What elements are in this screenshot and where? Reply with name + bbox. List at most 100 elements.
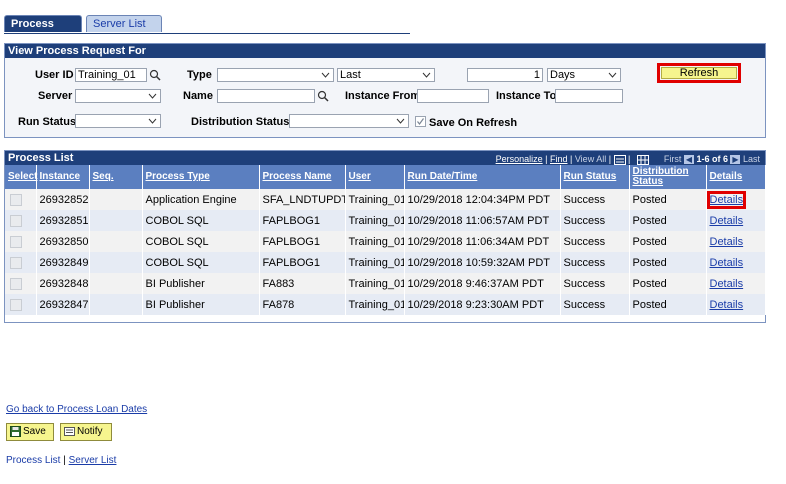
save-button[interactable]: Save [6, 423, 54, 441]
instance-from-input[interactable] [417, 89, 489, 103]
chevron-down-icon [422, 72, 431, 78]
details-link[interactable]: Details [710, 278, 744, 290]
download-icon[interactable] [613, 154, 626, 165]
process-name-cell: FAPLBOG1 [259, 231, 346, 252]
run-datetime-cell: 10/29/2018 11:06:57AM PDT [404, 210, 561, 231]
run-status-cell: Success [560, 273, 630, 294]
days-unit-select[interactable]: Days [547, 68, 621, 82]
instance-cell: 26932848 [36, 273, 90, 294]
grid-title: Process List [8, 152, 74, 164]
tab-server-list[interactable]: Server List [86, 15, 162, 32]
user-cell: Training_01 [345, 252, 405, 273]
column-header[interactable]: Process Name [259, 165, 346, 189]
process-list-grid: Process List Personalize | Find | View A… [4, 150, 766, 323]
chevron-down-icon [396, 118, 405, 124]
server-list-link[interactable]: Server List [69, 455, 117, 466]
instance-cell: 26932851 [36, 210, 90, 231]
personalize-link[interactable]: Personalize [496, 154, 543, 164]
run-datetime-cell: 10/29/2018 10:59:32AM PDT [404, 252, 561, 273]
process-table: Select Instance Seq. Process Type Proces… [5, 165, 766, 315]
name-lookup-icon[interactable] [317, 90, 329, 102]
process-name-cell: SFA_LNDTUPDT [259, 189, 346, 210]
column-header[interactable]: Run Date/Time [404, 165, 561, 189]
find-link[interactable]: Find [550, 154, 568, 164]
name-label: Name [183, 90, 213, 102]
view-process-request-panel: View Process Request For User ID Trainin… [4, 43, 766, 138]
table-row: 26932849 COBOL SQL FAPLBOG1 Training_01 … [5, 252, 766, 273]
row-select-checkbox[interactable] [10, 256, 22, 269]
user-id-label: User ID [35, 69, 74, 81]
column-header[interactable]: Distribution Status [629, 165, 707, 189]
run-status-select[interactable] [75, 114, 161, 128]
process-type-cell: Application Engine [142, 189, 260, 210]
back-to-process-loan-dates-link[interactable]: Go back to Process Loan Dates [6, 404, 147, 415]
details-link[interactable]: Details [710, 215, 744, 227]
server-select[interactable] [75, 89, 161, 103]
table-row: 26932851 COBOL SQL FAPLBOG1 Training_01 … [5, 210, 766, 231]
instance-cell: 26932850 [36, 231, 90, 252]
details-link[interactable]: Details [706, 190, 747, 209]
view-all-link[interactable]: View All [575, 154, 606, 164]
process-name-cell: FA883 [259, 273, 346, 294]
refresh-button[interactable]: Refresh [661, 67, 737, 79]
row-select-checkbox[interactable] [10, 193, 22, 206]
column-header[interactable]: Instance [36, 165, 90, 189]
column-header[interactable]: Details [706, 165, 766, 189]
grid-title-bar: Process List Personalize | Find | View A… [5, 151, 765, 165]
details-link[interactable]: Details [710, 299, 744, 311]
grid-icon[interactable] [636, 154, 649, 165]
row-range: 1-6 of 6 [696, 154, 728, 164]
seq-cell [89, 294, 143, 315]
notify-icon [64, 426, 75, 436]
instance-cell: 26932849 [36, 252, 90, 273]
table-header-row: Select Instance Seq. Process Type Proces… [5, 165, 766, 189]
refresh-highlight: Refresh [657, 63, 741, 83]
instance-to-input[interactable] [555, 89, 623, 103]
seq-cell [89, 210, 143, 231]
column-header[interactable]: Select [5, 165, 37, 189]
column-header[interactable]: Process Type [142, 165, 260, 189]
last-select[interactable]: Last [337, 68, 435, 82]
next-icon[interactable]: ▶ [730, 155, 741, 165]
previous-icon[interactable]: ◀ [683, 155, 694, 165]
link-separator: | [63, 455, 66, 466]
process-type-cell: BI Publisher [142, 273, 260, 294]
process-type-cell: BI Publisher [142, 294, 260, 315]
first-label[interactable]: First [664, 154, 682, 164]
notify-button[interactable]: Notify [60, 423, 112, 441]
chevron-down-icon [148, 118, 157, 124]
table-row: 26932848 BI Publisher FA883 Training_01 … [5, 273, 766, 294]
tab-process-list[interactable]: Process List [4, 15, 82, 47]
distribution-status-cell: Posted [629, 273, 707, 294]
column-header[interactable]: User [345, 165, 405, 189]
run-status-cell: Success [560, 189, 630, 210]
row-select-checkbox[interactable] [10, 277, 22, 290]
process-list-link[interactable]: Process List [6, 455, 60, 466]
name-input[interactable] [217, 89, 315, 103]
table-row: 26932850 COBOL SQL FAPLBOG1 Training_01 … [5, 231, 766, 252]
checkmark-icon [417, 118, 424, 125]
column-header[interactable]: Run Status [560, 165, 630, 189]
save-on-refresh-checkbox[interactable] [415, 116, 426, 127]
distribution-status-cell: Posted [629, 189, 707, 210]
user-id-input[interactable]: Training_01 [75, 68, 147, 82]
days-count-input[interactable]: 1 [467, 68, 543, 82]
row-select-checkbox[interactable] [10, 235, 22, 248]
table-row: 26932847 BI Publisher FA878 Training_01 … [5, 294, 766, 315]
details-link[interactable]: Details [710, 257, 744, 269]
distribution-status-select[interactable] [289, 114, 409, 128]
grid-controls: Personalize | Find | View All | | First … [495, 154, 760, 165]
instance-cell: 26932852 [36, 189, 90, 210]
details-link[interactable]: Details [710, 236, 744, 248]
column-header[interactable]: Seq. [89, 165, 143, 189]
run-status-cell: Success [560, 210, 630, 231]
last-label[interactable]: Last [743, 154, 760, 164]
type-select[interactable] [217, 68, 334, 82]
run-datetime-cell: 10/29/2018 9:46:37AM PDT [404, 273, 561, 294]
table-row: 26932852 Application Engine SFA_LNDTUPDT… [5, 189, 766, 210]
user-id-lookup-icon[interactable] [149, 69, 161, 81]
row-select-checkbox[interactable] [10, 298, 22, 311]
process-type-cell: COBOL SQL [142, 210, 260, 231]
row-select-checkbox[interactable] [10, 214, 22, 227]
distribution-status-label: Distribution Status [191, 116, 290, 128]
